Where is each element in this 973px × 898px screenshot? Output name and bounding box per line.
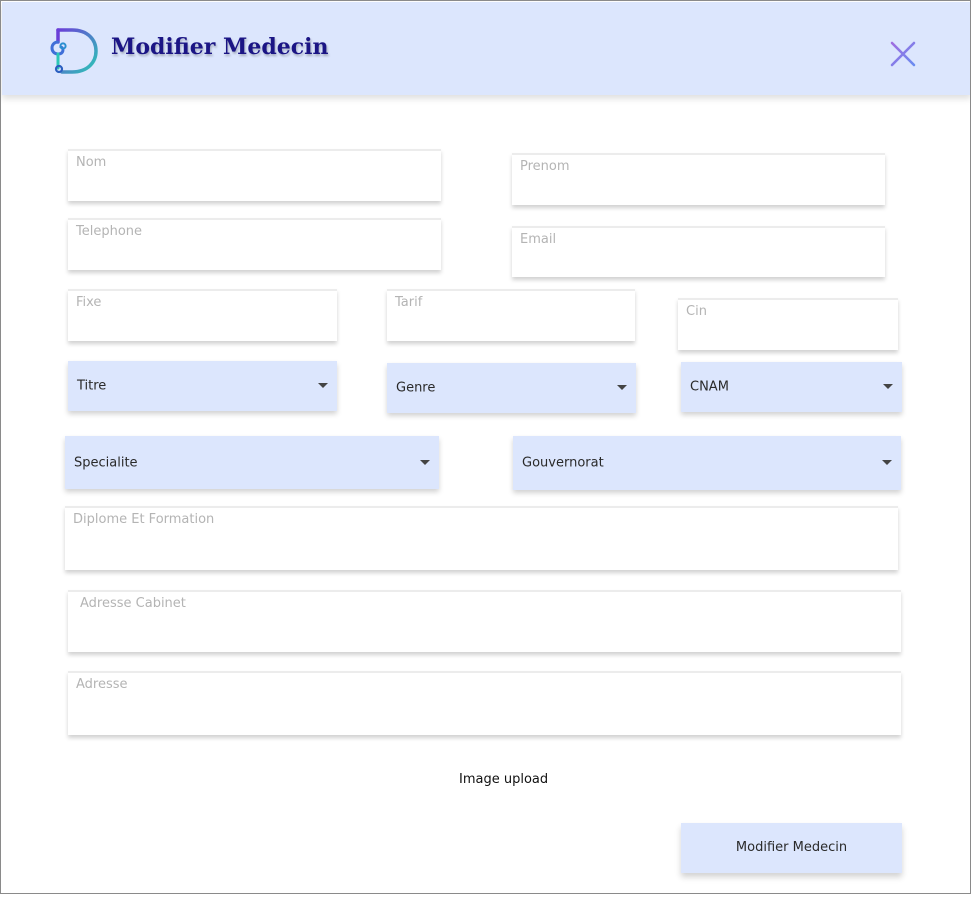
chevron-down-icon: [318, 383, 328, 388]
fixe-placeholder: Fixe: [76, 295, 102, 310]
telephone-field[interactable]: Telephone: [68, 218, 441, 270]
cnam-select[interactable]: CNAM: [681, 362, 902, 412]
titre-select[interactable]: Titre: [68, 361, 337, 411]
diplome-placeholder: Diplome Et Formation: [73, 512, 215, 527]
email-field[interactable]: Email: [512, 226, 885, 277]
edit-doctor-dialog: Modifier Medecin Nom Prenom Telephone Em…: [0, 0, 971, 894]
nom-placeholder: Nom: [76, 155, 107, 170]
stethoscope-d-logo: [50, 28, 98, 74]
specialite-select[interactable]: Specialite: [65, 436, 439, 489]
prenom-field[interactable]: Prenom: [512, 153, 885, 205]
cin-placeholder: Cin: [686, 304, 707, 319]
diplome-field[interactable]: Diplome Et Formation: [65, 506, 898, 570]
chevron-down-icon: [882, 460, 892, 465]
cnam-select-label: CNAM: [690, 379, 729, 395]
adresse-field[interactable]: Adresse: [68, 671, 901, 735]
modifier-medecin-button[interactable]: Modifier Medecin: [681, 823, 902, 873]
image-upload-button[interactable]: Image upload: [459, 772, 548, 787]
cin-field[interactable]: Cin: [678, 298, 898, 350]
nom-field[interactable]: Nom: [68, 149, 441, 201]
chevron-down-icon: [420, 459, 430, 465]
dialog-header: Modifier Medecin: [2, 2, 970, 95]
telephone-placeholder: Telephone: [76, 224, 143, 239]
adresse-cabinet-placeholder: Adresse Cabinet: [80, 596, 186, 611]
tarif-field[interactable]: Tarif: [387, 289, 635, 341]
page-title: Modifier Medecin: [111, 34, 329, 60]
gouvernorat-select-label: Gouvernorat: [522, 455, 604, 471]
adresse-placeholder: Adresse: [76, 677, 128, 692]
chevron-down-icon: [883, 384, 893, 389]
chevron-down-icon: [617, 385, 627, 390]
gouvernorat-select[interactable]: Gouvernorat: [513, 436, 901, 490]
close-icon[interactable]: [887, 38, 919, 70]
specialite-select-label: Specialite: [74, 455, 138, 470]
genre-select[interactable]: Genre: [387, 363, 636, 413]
adresse-cabinet-field[interactable]: Adresse Cabinet: [68, 590, 901, 652]
fixe-field[interactable]: Fixe: [68, 289, 337, 341]
titre-select-label: Titre: [77, 378, 107, 394]
tarif-placeholder: Tarif: [395, 295, 423, 310]
prenom-placeholder: Prenom: [520, 159, 570, 174]
email-placeholder: Email: [520, 232, 557, 247]
genre-select-label: Genre: [396, 380, 436, 396]
